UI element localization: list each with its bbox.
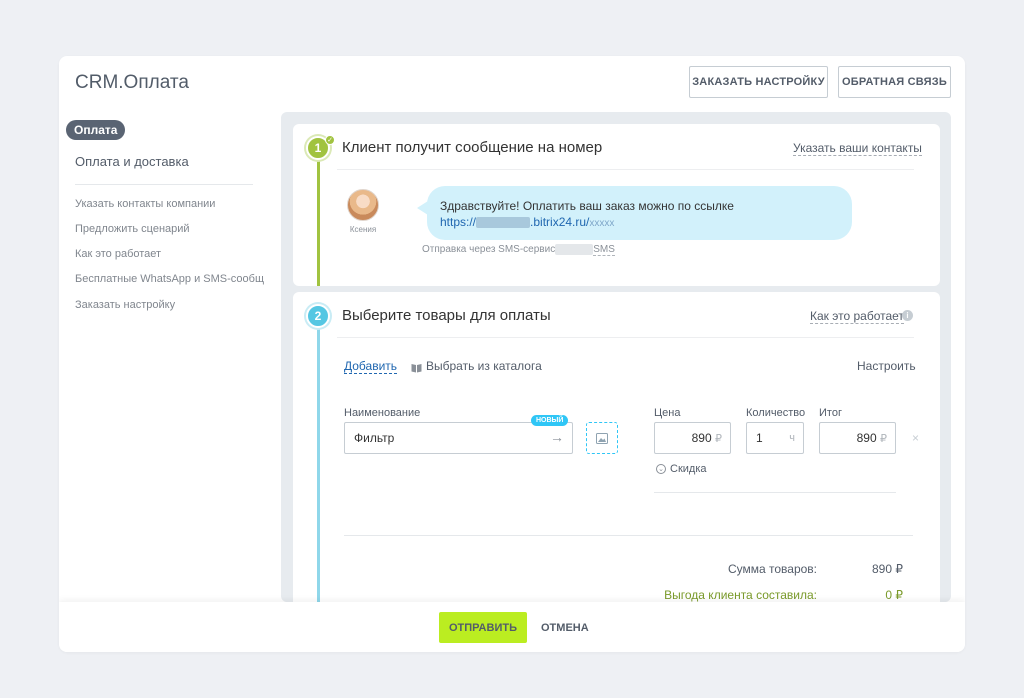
add-product-link[interactable]: Добавить [344,359,398,374]
step2-number: 2 [306,304,330,328]
discount-toggle[interactable]: Скидка [670,463,707,475]
total-value: 890 [856,431,877,445]
chevron-down-icon[interactable]: ⌄ [656,464,666,474]
message-bubble [427,186,852,240]
avatar-name: Ксения [349,225,377,234]
sidebar-link-company-contacts[interactable]: Указать контакты компании [75,198,265,210]
message-url-prefix: https:// [440,215,477,229]
price-currency: ₽ [715,432,722,445]
total-input: 890 ₽ [819,422,896,454]
select-from-catalog-link[interactable]: Выбрать из каталога [426,359,542,373]
sidebar-divider [75,184,253,185]
new-badge: НОВЫЙ [531,415,569,426]
sms-service-note[interactable]: Отправка через SMS-сервис SMS [422,244,615,257]
client-benefit-value: 0 ₽ [885,588,903,602]
quantity-input[interactable]: 1 ч [746,422,804,454]
price-input[interactable]: 890 ₽ [654,422,731,454]
how-it-works-link[interactable]: Как это работает [810,309,904,324]
sidebar-link-free-messages[interactable]: Бесплатные WhatsApp и SMS-сообщ... [75,273,265,285]
sidebar-item-payment-delivery[interactable]: Оплата и доставка [75,154,189,169]
send-button[interactable]: ОТПРАВИТЬ [439,612,527,643]
message-url[interactable]: https:// .bitrix24.ru/xxxxx [440,215,614,229]
image-icon [596,432,608,444]
message-text: Здравствуйте! Оплатить ваш заказ можно п… [440,199,734,213]
configure-link[interactable]: Настроить [857,359,916,373]
cancel-button[interactable]: ОТМЕНА [537,612,593,643]
column-price-label: Цена [654,407,681,419]
check-icon: ✓ [325,135,335,145]
sidebar-link-order-setup[interactable]: Заказать настройку [75,299,265,311]
page-title: CRM.Оплата [75,72,189,93]
add-image-button[interactable] [586,422,618,454]
specify-contacts-link[interactable]: Указать ваши контакты [793,141,922,156]
step1-timeline [317,160,320,286]
quantity-unit: ч [789,432,795,444]
step2-title: Выберите товары для оплаты [342,307,551,324]
message-url-suffix: xxxxx [589,218,615,229]
step2-timeline [317,328,320,602]
book-icon [411,360,422,378]
goods-total-value: 890 ₽ [872,562,903,576]
column-name-label: Наименование [344,407,421,419]
info-icon[interactable]: i [902,310,913,321]
sms-note-prefix: Отправка через SMS-сервис [422,244,556,256]
product-name-input[interactable]: Фильтр → [344,422,573,454]
footer-bar: ОТПРАВИТЬ ОТМЕНА [59,602,965,652]
sidebar: Оплата Оплата и доставка Указать контакт… [59,112,279,602]
quantity-value: 1 [756,431,763,445]
sidebar-item-payment[interactable]: Оплата [66,120,126,140]
sidebar-link-how-it-works[interactable]: Как это работает [75,248,265,260]
redacted-service-name [555,244,594,255]
feedback-button[interactable]: ОБРАТНАЯ СВЯЗЬ [838,66,951,98]
step2-divider [337,337,914,338]
arrow-right-icon[interactable]: → [550,429,564,445]
avatar [347,189,379,221]
step1-title: Клиент получит сообщение на номер [342,139,603,156]
delete-row-icon[interactable]: × [912,431,919,445]
client-benefit-label: Выгода клиента составила: [659,588,817,603]
redacted-subdomain [476,217,531,229]
total-currency: ₽ [880,432,887,445]
summary-divider [344,535,913,536]
order-setup-button[interactable]: ЗАКАЗАТЬ НАСТРОЙКУ [689,66,828,98]
column-total-label: Итог [819,407,842,419]
message-url-domain: .bitrix24.ru/ [530,215,590,229]
sms-note-suffix: SMS [593,244,615,257]
app-window: CRM.Оплата ЗАКАЗАТЬ НАСТРОЙКУ ОБРАТНАЯ С… [59,56,965,652]
discount-divider [654,492,896,493]
sidebar-link-suggest-scenario[interactable]: Предложить сценарий [75,223,265,235]
price-value: 890 [691,431,712,445]
step1-divider [337,169,914,170]
goods-total-label: Сумма товаров: [727,562,817,576]
column-quantity-label: Количество [746,407,806,419]
product-name-value: Фильтр [354,431,395,445]
